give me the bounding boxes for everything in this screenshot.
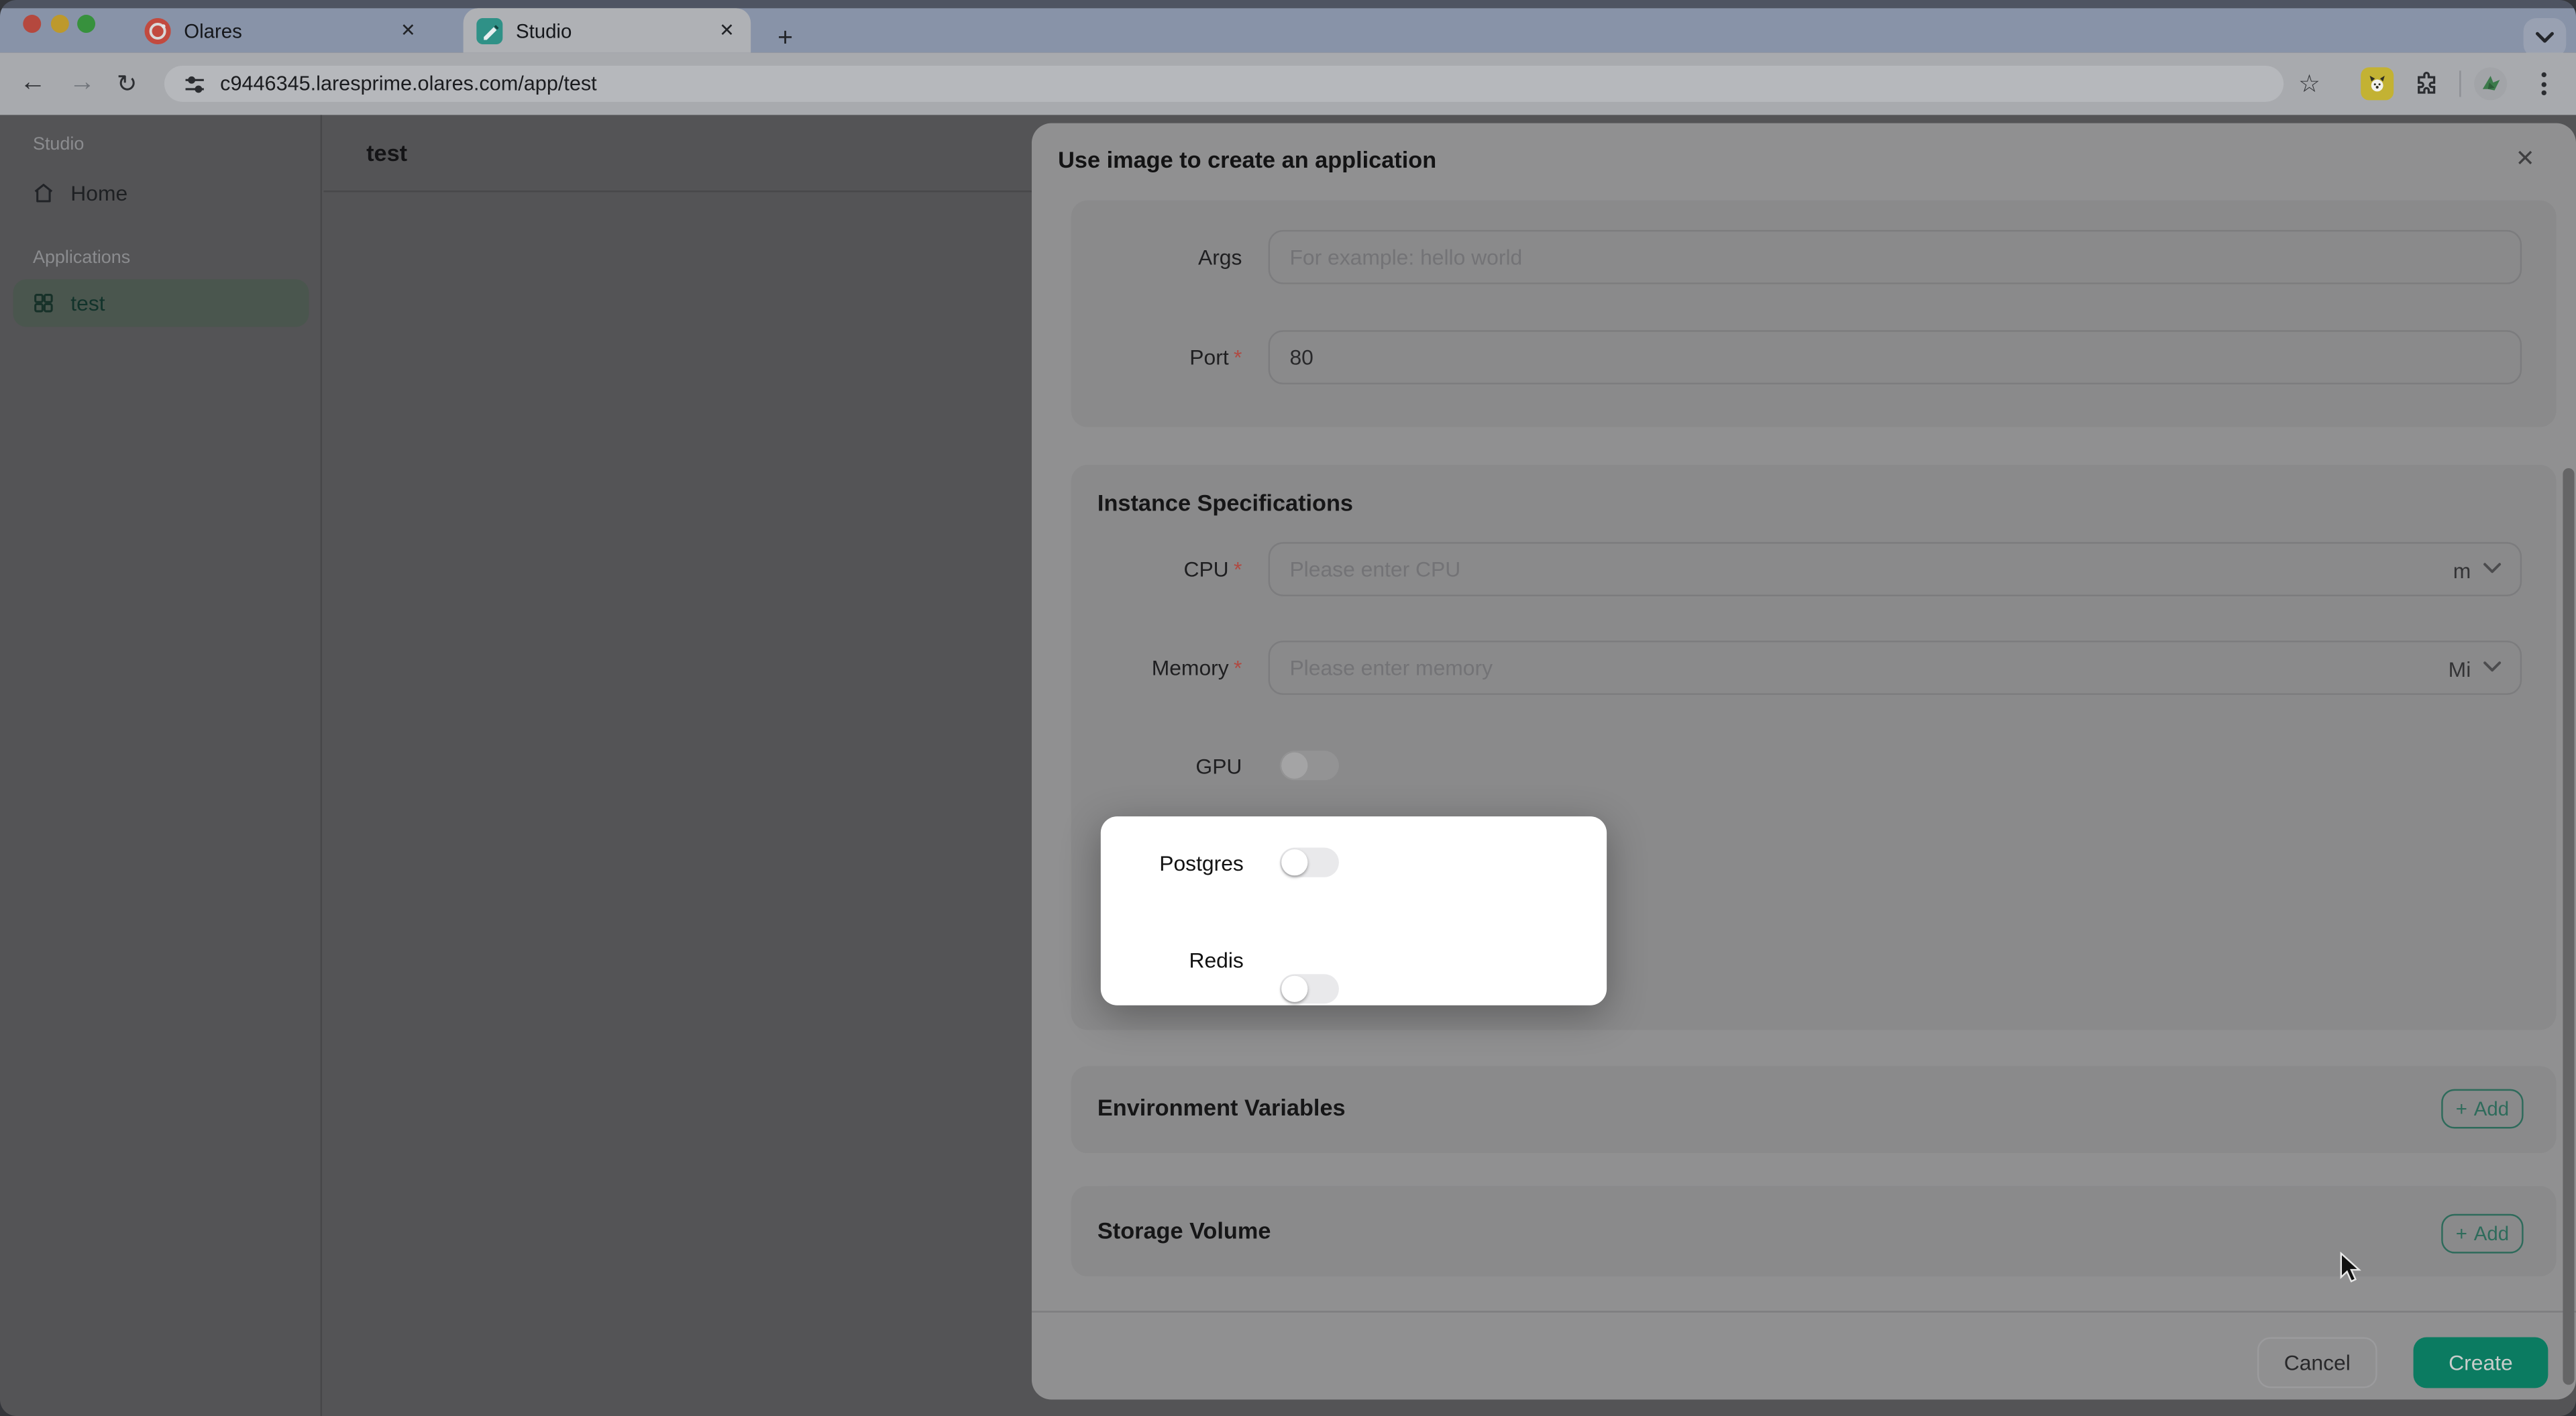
- toolbar-divider: [2459, 70, 2461, 97]
- site-settings-icon[interactable]: [184, 73, 205, 95]
- tab-title: Olares: [184, 19, 400, 42]
- gpu-toggle[interactable]: [1280, 751, 1339, 780]
- cancel-button[interactable]: Cancel: [2257, 1337, 2377, 1388]
- plus-icon: +: [2456, 1097, 2467, 1120]
- port-label: Port*: [1071, 330, 1242, 384]
- port-input[interactable]: [1270, 332, 2520, 383]
- screen: Olares ✕ Studio ✕ + ← → ↻: [0, 0, 2576, 1416]
- tab-bar: Olares ✕ Studio ✕ +: [0, 8, 2576, 52]
- chevron-down-icon: [2535, 32, 2555, 45]
- create-app-modal: Use image to create an application ✕ Arg…: [1032, 123, 2576, 1400]
- browser-window: Olares ✕ Studio ✕ + ← → ↻: [0, 0, 2576, 1416]
- args-field: [1269, 230, 2522, 284]
- plus-icon: +: [2456, 1222, 2467, 1245]
- tab-title: Studio: [516, 19, 719, 42]
- args-input[interactable]: [1270, 231, 2520, 282]
- gpu-label: GPU: [1071, 751, 1242, 780]
- basic-fields-card: Args Port*: [1071, 201, 2557, 427]
- url-text: c9446345.laresprime.olares.com/app/test: [220, 72, 597, 95]
- sidebar-item-label: Home: [70, 180, 127, 205]
- tab-close-icon[interactable]: ✕: [719, 19, 735, 41]
- create-button[interactable]: Create: [2414, 1337, 2548, 1388]
- mouse-cursor: [2339, 1252, 2362, 1293]
- add-env-variable-button[interactable]: +Add: [2441, 1089, 2523, 1129]
- args-label: Args: [1071, 230, 1242, 284]
- cpu-unit-select[interactable]: m: [2453, 544, 2471, 598]
- sidebar-item-test-selected[interactable]: test: [13, 279, 309, 327]
- tab-studio-active[interactable]: Studio ✕: [464, 8, 751, 52]
- redis-toggle[interactable]: [1280, 974, 1339, 1003]
- sidebar-app-title: Studio: [33, 135, 84, 154]
- chevron-down-icon[interactable]: [2482, 660, 2502, 673]
- address-bar[interactable]: c9446345.laresprime.olares.com/app/test: [164, 66, 2284, 102]
- redis-label: Redis: [1071, 944, 1244, 974]
- memory-field: Mi: [1269, 641, 2522, 695]
- cpu-input[interactable]: [1270, 544, 2520, 595]
- sidebar-section-label: Applications: [33, 248, 130, 268]
- profile-avatar[interactable]: [2474, 67, 2507, 100]
- tab-search-button[interactable]: [2524, 18, 2567, 58]
- back-button[interactable]: ←: [19, 52, 46, 115]
- forward-button[interactable]: →: [69, 52, 95, 115]
- section-title-environment-variables: Environment Variables: [1097, 1094, 1346, 1120]
- home-icon: [32, 180, 56, 205]
- memory-unit-select[interactable]: Mi: [2449, 643, 2471, 697]
- environment-variables-card: Environment Variables +Add: [1071, 1066, 2557, 1153]
- postgres-label: Postgres: [1071, 848, 1244, 877]
- app-grid-icon: [32, 290, 56, 315]
- tab-close-icon[interactable]: ✕: [400, 19, 416, 41]
- modal-title: Use image to create an application: [1058, 146, 1436, 172]
- cpu-label: CPU*: [1071, 542, 1242, 596]
- modal-footer-divider: [1032, 1311, 2576, 1312]
- extensions-puzzle-icon[interactable]: [2414, 52, 2440, 115]
- modal-close-icon[interactable]: ✕: [2509, 142, 2542, 174]
- sidebar-item-label: test: [70, 290, 105, 315]
- memory-input[interactable]: [1270, 643, 2520, 694]
- traffic-light-zoom-button[interactable]: [77, 15, 95, 33]
- sidebar: Studio Home Applications test: [0, 115, 322, 1416]
- browser-menu-kebab-icon[interactable]: [2542, 72, 2548, 95]
- cpu-field: m: [1269, 542, 2522, 596]
- section-title-instance-specifications: Instance Specifications: [1097, 490, 1353, 516]
- olares-favicon-icon: [145, 17, 171, 44]
- storage-volume-card: Storage Volume +Add: [1071, 1186, 2557, 1276]
- traffic-light-close-button[interactable]: [23, 15, 41, 33]
- modal-scrollbar-thumb[interactable]: [2563, 468, 2574, 1385]
- sidebar-item-home[interactable]: Home: [13, 169, 309, 217]
- studio-favicon-icon: [476, 17, 502, 44]
- window-top-edge: [0, 0, 2576, 8]
- add-storage-volume-button[interactable]: +Add: [2441, 1214, 2523, 1254]
- bookmark-star-icon[interactable]: ☆: [2298, 52, 2320, 115]
- postgres-redis-popover: [1101, 816, 1607, 1005]
- memory-label: Memory*: [1071, 641, 1242, 695]
- required-asterisk: *: [1234, 345, 1242, 370]
- page-title: test: [366, 140, 407, 166]
- reload-button[interactable]: ↻: [117, 52, 138, 115]
- chevron-down-icon[interactable]: [2482, 562, 2502, 576]
- new-tab-button[interactable]: +: [769, 23, 802, 56]
- required-asterisk: *: [1234, 557, 1242, 582]
- extension-dog-icon[interactable]: [2361, 67, 2394, 100]
- port-field: [1269, 330, 2522, 384]
- required-asterisk: *: [1234, 655, 1242, 680]
- browser-toolbar: ← → ↻ c9446345.laresprime.olares.com/app…: [0, 52, 2576, 115]
- postgres-toggle[interactable]: [1280, 848, 1339, 877]
- tab-olares[interactable]: Olares ✕: [131, 8, 432, 52]
- section-title-storage-volume: Storage Volume: [1097, 1217, 1271, 1244]
- traffic-light-minimize-button[interactable]: [51, 15, 69, 33]
